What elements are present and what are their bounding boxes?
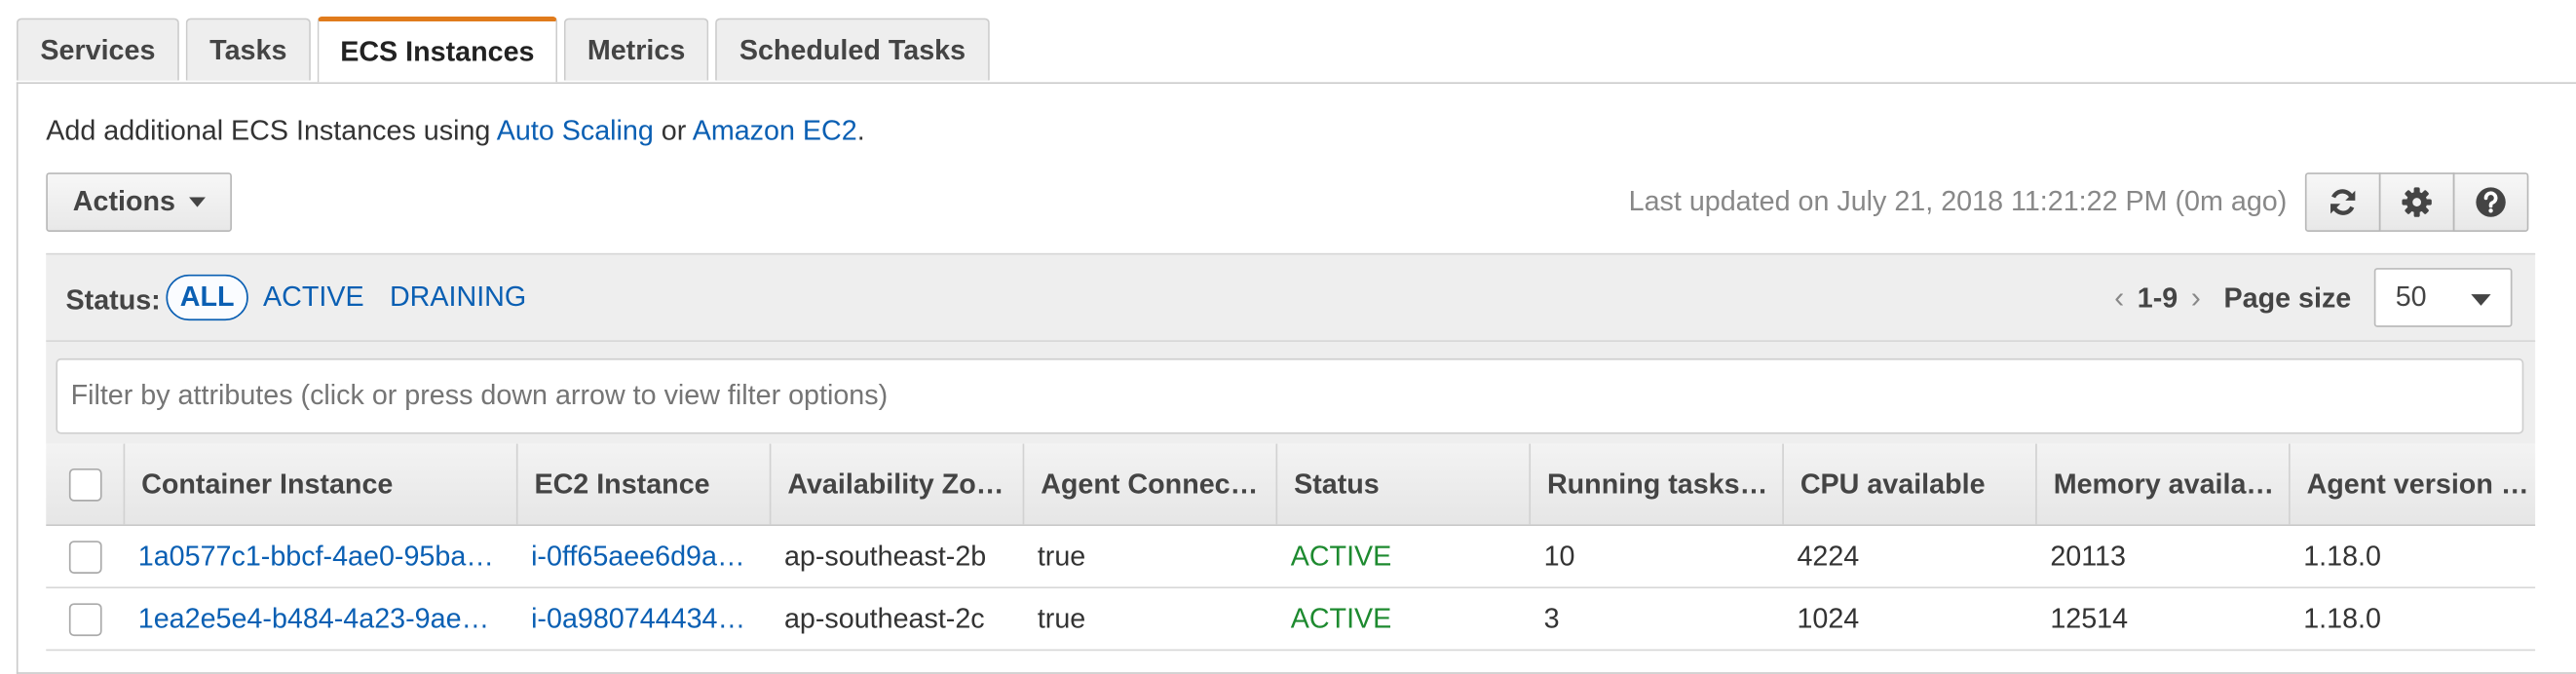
row-checkbox[interactable] [68, 540, 101, 574]
ecs-cluster-view: Services Tasks ECS Instances Metrics Sch… [0, 0, 2576, 674]
status-value: ACTIVE [1290, 540, 1392, 572]
page-range: 1-9 [2137, 281, 2178, 314]
intro-text: Add additional ECS Instances using Auto … [46, 115, 864, 148]
cpu-available-cell: 4224 [1782, 526, 2035, 586]
ec2-instance-link[interactable]: i-0a980744434… [531, 602, 745, 635]
tab-tasks[interactable]: Tasks [185, 18, 311, 81]
running-tasks-value: 3 [1543, 602, 1560, 634]
row-checkbox[interactable] [68, 602, 101, 636]
column-header[interactable]: Running tasks… [1529, 443, 1782, 525]
availability-zone-value: ap-southeast-2c [783, 602, 985, 634]
agent-version-value: 1.18.0 [2303, 602, 2381, 634]
select-all-cell [46, 444, 123, 525]
agent-connected-value: true [1037, 540, 1086, 572]
availability-zone-cell: ap-southeast-2b [770, 526, 1023, 586]
filter-bar [46, 342, 2536, 444]
last-updated-text: Last updated on July 21, 2018 11:21:22 P… [1628, 185, 2288, 217]
status-filter-active[interactable]: ACTIVE [263, 275, 364, 320]
amazon-ec2-link[interactable]: Amazon EC2 [693, 115, 857, 146]
filter-input[interactable] [56, 357, 2524, 434]
previous-page-icon[interactable]: ‹ [2114, 281, 2124, 316]
auto-scaling-link[interactable]: Auto Scaling [497, 115, 654, 146]
column-header[interactable]: EC2 Instance [515, 443, 770, 525]
chevron-down-icon [2471, 294, 2491, 306]
status-filter-bar: Status: ALL ACTIVE DRAINING ‹ 1-9 › Page… [46, 252, 2536, 342]
agent-version-cell: 1.18.0 [2289, 526, 2535, 586]
column-header[interactable]: Agent Connec… [1022, 443, 1276, 525]
column-header[interactable]: Status [1275, 443, 1530, 525]
column-header[interactable]: CPU available [1782, 443, 2035, 525]
table-row: 1a0577c1-bbcf-4ae0-95ba… i-0ff65aee6d9a…… [46, 526, 2536, 589]
column-header[interactable]: Container Instance [123, 443, 516, 525]
cpu-available-value: 4224 [1797, 540, 1860, 572]
tab-services[interactable]: Services [16, 18, 179, 81]
tab-bar: Services Tasks ECS Instances Metrics Sch… [16, 16, 997, 85]
container-instance-link[interactable]: 1a0577c1-bbcf-4ae0-95ba… [138, 540, 494, 573]
toolbar-icon-group [2304, 172, 2529, 232]
actions-label: Actions [72, 185, 176, 217]
agent-version-cell: 1.18.0 [2289, 588, 2535, 649]
cpu-available-value: 1024 [1797, 602, 1860, 634]
memory-available-value: 20113 [2050, 540, 2126, 572]
agent-connected-cell: true [1023, 588, 1276, 649]
caret-down-icon [188, 197, 206, 207]
cpu-available-cell: 1024 [1782, 588, 2035, 649]
instances-table: Container Instance EC2 Instance Availabi… [46, 443, 2536, 652]
running-tasks-cell: 10 [1529, 526, 1782, 586]
refresh-button[interactable] [2304, 172, 2381, 232]
page-size-select[interactable]: 50 [2373, 268, 2513, 327]
row-select-cell [46, 588, 123, 649]
ec2-instance-cell: i-0a980744434… [516, 588, 770, 649]
column-header[interactable]: Availability Zo… [769, 443, 1023, 525]
status-cell: ACTIVE [1276, 588, 1530, 649]
agent-connected-cell: true [1023, 526, 1276, 586]
status-filter-draining[interactable]: DRAINING [390, 275, 526, 320]
tab-scheduled-tasks[interactable]: Scheduled Tasks [715, 18, 990, 81]
help-icon [2476, 187, 2506, 217]
select-all-checkbox[interactable] [68, 468, 101, 501]
row-select-cell [46, 526, 123, 586]
container-instance-cell: 1ea2e5e4-b484-4a23-9ae… [124, 588, 516, 649]
status-label: Status: [65, 283, 161, 316]
agent-version-value: 1.18.0 [2303, 540, 2381, 572]
tab-ecs-instances[interactable]: ECS Instances [317, 16, 558, 83]
column-header[interactable]: Memory availa… [2035, 443, 2289, 525]
memory-available-cell: 20113 [2035, 526, 2289, 586]
status-cell: ACTIVE [1276, 526, 1530, 586]
pagination: ‹ 1-9 › Page size [2114, 281, 2351, 316]
running-tasks-value: 10 [1543, 540, 1575, 572]
page-size-label: Page size [2223, 281, 2352, 314]
intro-suffix: . [856, 115, 865, 147]
page-size-value: 50 [2395, 281, 2427, 313]
intro-middle: or [653, 115, 693, 147]
settings-button[interactable] [2378, 172, 2455, 232]
gear-icon [2402, 187, 2432, 217]
actions-button[interactable]: Actions [46, 172, 232, 232]
tab-metrics[interactable]: Metrics [563, 18, 709, 81]
container-instance-link[interactable]: 1ea2e5e4-b484-4a23-9ae… [138, 602, 489, 635]
table-row: 1ea2e5e4-b484-4a23-9ae… i-0a980744434… a… [46, 588, 2536, 652]
agent-connected-value: true [1037, 602, 1086, 634]
availability-zone-value: ap-southeast-2b [783, 540, 987, 572]
running-tasks-cell: 3 [1529, 588, 1782, 649]
refresh-icon [2330, 189, 2356, 215]
container-instance-cell: 1a0577c1-bbcf-4ae0-95ba… [124, 526, 516, 586]
status-value: ACTIVE [1290, 602, 1392, 634]
column-header[interactable]: Agent version … [2289, 443, 2535, 525]
ec2-instance-link[interactable]: i-0ff65aee6d9a… [531, 540, 745, 573]
help-button[interactable] [2452, 172, 2529, 232]
ec2-instance-cell: i-0ff65aee6d9a… [516, 526, 770, 586]
memory-available-value: 12514 [2050, 602, 2129, 634]
intro-prefix: Add additional ECS Instances using [46, 115, 497, 147]
table-header: Container Instance EC2 Instance Availabi… [46, 443, 2536, 526]
memory-available-cell: 12514 [2035, 588, 2289, 649]
next-page-icon[interactable]: › [2191, 281, 2201, 316]
availability-zone-cell: ap-southeast-2c [770, 588, 1023, 649]
status-filter-all[interactable]: ALL [166, 274, 248, 321]
